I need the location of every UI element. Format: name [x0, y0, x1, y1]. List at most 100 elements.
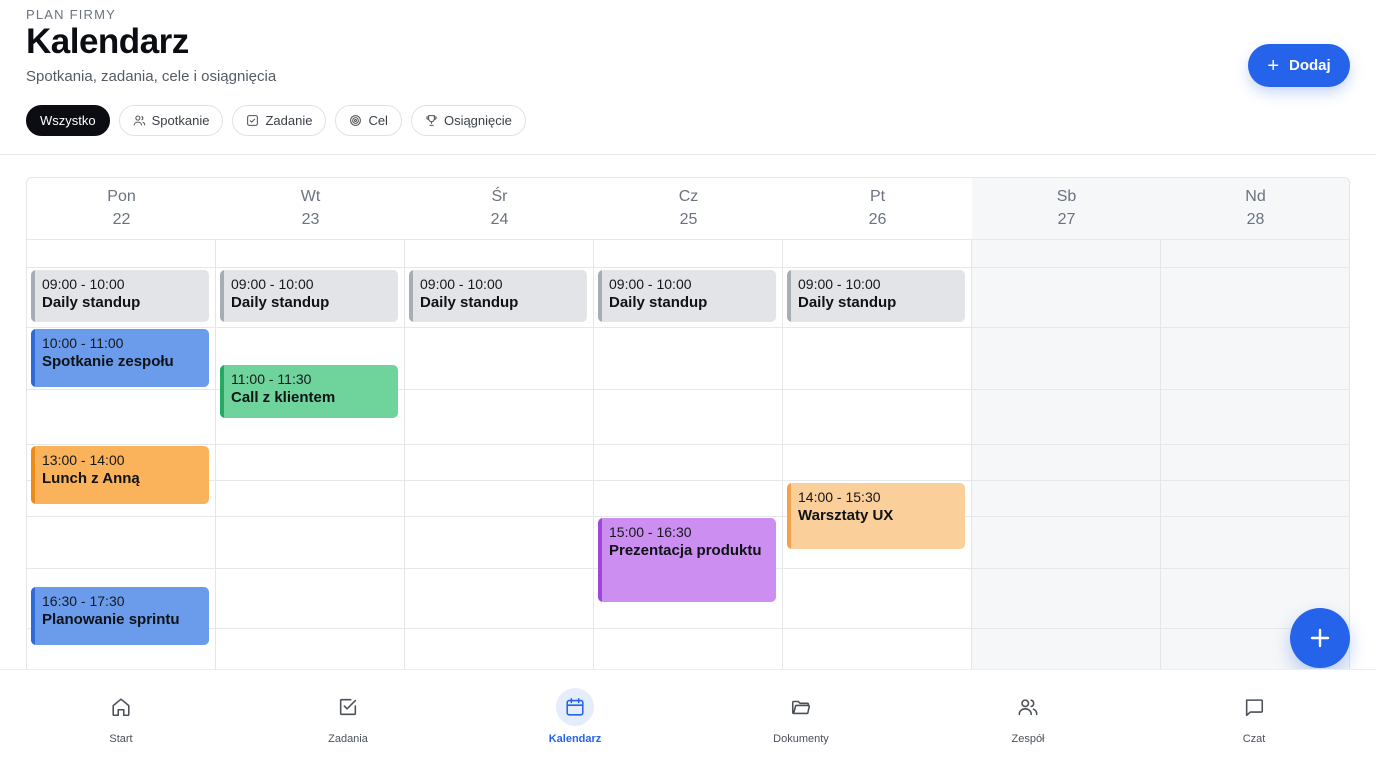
event-time: 15:00 - 16:30: [609, 524, 692, 540]
event-card[interactable]: 09:00 - 10:00 Daily standup: [787, 270, 965, 322]
day-header-fri: Pt 26: [783, 178, 972, 240]
day-name: Pon: [107, 188, 136, 205]
nav-item-calendar[interactable]: Kalendarz: [495, 670, 655, 768]
event-card[interactable]: 14:00 - 15:30 Warsztaty UX: [787, 483, 965, 549]
event-time: 09:00 - 10:00: [420, 276, 503, 292]
nav-icon-wrap: [782, 688, 820, 726]
event-card[interactable]: 09:00 - 10:00 Daily standup: [31, 270, 209, 322]
event-time: 11:00 - 11:30: [231, 371, 312, 387]
grid-line: [27, 327, 1349, 328]
add-button[interactable]: + Dodaj: [1248, 44, 1350, 87]
day-header-wed: Śr 24: [405, 178, 594, 240]
column-divider: [593, 240, 594, 696]
filter-chip-label: Zadanie: [265, 113, 313, 128]
home-icon: [112, 698, 130, 717]
page-title: Kalendarz: [26, 22, 189, 61]
trophy-icon: [426, 115, 437, 126]
event-time: 10:00 - 11:00: [42, 335, 124, 351]
eyebrow-label: PLAN FIRMY: [26, 7, 117, 22]
page-header: PLAN FIRMY Kalendarz Spotkania, zadania,…: [0, 0, 1376, 155]
event-title: Prezentacja produktu: [609, 542, 762, 559]
day-date: 22: [112, 211, 131, 228]
checkbox-icon: [339, 698, 357, 716]
filter-chip-goal[interactable]: Cel: [335, 105, 402, 136]
filter-chip-all[interactable]: Wszystko: [26, 105, 110, 136]
event-title: Daily standup: [420, 294, 519, 311]
folder-icon: [791, 700, 811, 715]
event-card[interactable]: 09:00 - 10:00 Daily standup: [409, 270, 587, 322]
nav-item-tasks[interactable]: Zadania: [268, 670, 428, 768]
filter-chip-label: Osiągnięcie: [443, 113, 512, 128]
nav-item-chat[interactable]: Czat: [1174, 670, 1334, 768]
event-time: 09:00 - 10:00: [609, 276, 692, 292]
nav-label: Start: [109, 733, 133, 745]
column-divider: [782, 240, 783, 696]
target-icon: [350, 115, 362, 126]
column-divider: [215, 240, 216, 696]
event-title: Lunch z Anną: [42, 470, 140, 487]
calendar-icon: [566, 697, 584, 716]
event-title: Warsztaty UX: [798, 507, 894, 524]
event-time: 09:00 - 10:00: [42, 276, 125, 292]
day-header-sun: Nd 28: [1161, 178, 1349, 240]
day-header-thu: Cz 25: [594, 178, 783, 240]
filter-chip-label: Cel: [368, 113, 388, 128]
event-card[interactable]: 09:00 - 10:00 Daily standup: [220, 270, 398, 322]
nav-label: Czat: [1242, 733, 1266, 745]
event-title: Call z klientem: [231, 389, 336, 406]
users-icon: [1018, 699, 1038, 716]
event-title: Planowanie sprintu: [42, 611, 180, 628]
day-name: Sb: [1056, 188, 1077, 205]
day-date: 28: [1246, 211, 1265, 228]
event-time: 14:00 - 15:30: [798, 489, 881, 505]
day-name: Nd: [1245, 188, 1266, 205]
add-event-fab[interactable]: [1290, 608, 1350, 668]
event-card[interactable]: 15:00 - 16:30 Prezentacja produktu: [598, 518, 776, 602]
column-divider: [1160, 240, 1161, 696]
grid-line: [27, 444, 1349, 445]
day-header-tue: Wt 23: [216, 178, 405, 240]
grid-line: [27, 267, 1349, 268]
filter-chips: Wszystko Spotkanie Zadanie Cel Osiągnięc…: [26, 105, 526, 136]
event-time: 13:00 - 14:00: [42, 452, 125, 468]
filter-chip-achievement[interactable]: Osiągnięcie: [410, 105, 526, 136]
day-date: 26: [868, 211, 887, 228]
day-name: Wt: [300, 188, 321, 205]
add-button-label: Dodaj: [1289, 57, 1331, 74]
nav-icon-wrap: [1009, 688, 1047, 726]
chat-icon: [1245, 699, 1264, 717]
nav-icon-wrap: [329, 688, 367, 726]
event-title: Daily standup: [609, 294, 708, 311]
filter-chip-label: Wszystko: [40, 113, 96, 128]
event-card[interactable]: 10:00 - 11:00 Spotkanie zespołu: [31, 329, 209, 387]
plus-icon: [1310, 628, 1330, 648]
grid-line: [27, 628, 1349, 629]
nav-label: Kalendarz: [548, 733, 602, 745]
day-date: 24: [490, 211, 509, 228]
grid-line: [27, 516, 1349, 517]
event-card[interactable]: 09:00 - 10:00 Daily standup: [598, 270, 776, 322]
week-calendar: Pon 22 Wt 23 Śr 24 Cz 25 Pt 26 Sb 27 Nd 28 09:0…: [26, 177, 1350, 697]
nav-label: Zespół: [1011, 733, 1045, 745]
filter-chip-meeting[interactable]: Spotkanie: [118, 105, 224, 136]
event-time: 09:00 - 10:00: [798, 276, 881, 292]
nav-icon-wrap: [556, 688, 594, 726]
header-divider: [27, 239, 1349, 240]
bottom-navigation: Start Zadania Kalendarz Dokumenty Zespół…: [0, 669, 1376, 768]
nav-item-team[interactable]: Zespół: [948, 670, 1108, 768]
nav-label: Dokumenty: [773, 733, 829, 745]
day-name: Śr: [491, 188, 508, 205]
nav-label: Zadania: [328, 733, 368, 745]
nav-icon-wrap: [102, 688, 140, 726]
column-divider: [971, 240, 972, 696]
weekend-background: [972, 178, 1349, 696]
event-card[interactable]: 11:00 - 11:30 Call z klientem: [220, 365, 398, 418]
nav-item-documents[interactable]: Dokumenty: [721, 670, 881, 768]
users-icon: [133, 115, 145, 126]
event-title: Daily standup: [231, 294, 330, 311]
event-card[interactable]: 13:00 - 14:00 Lunch z Anną: [31, 446, 209, 504]
filter-chip-task[interactable]: Zadanie: [232, 105, 327, 136]
event-card[interactable]: 16:30 - 17:30 Planowanie sprintu: [31, 587, 209, 645]
nav-item-start[interactable]: Start: [41, 670, 201, 768]
day-date: 27: [1057, 211, 1076, 228]
